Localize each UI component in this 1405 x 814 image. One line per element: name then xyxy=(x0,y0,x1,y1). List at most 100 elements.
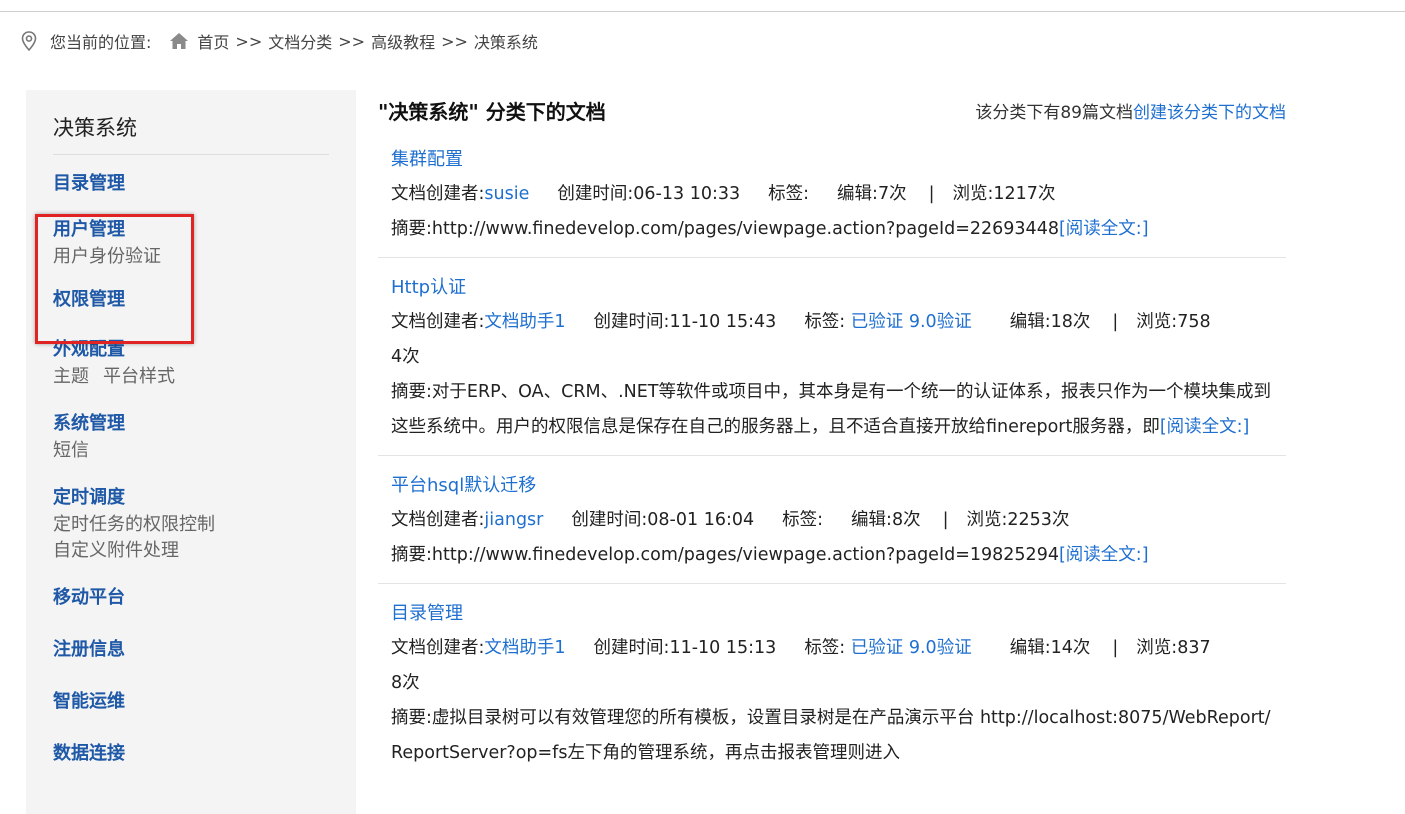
sidebar-group: 外观配置 主题 平台样式 xyxy=(53,337,329,391)
created-time: 11-10 15:13 xyxy=(669,638,777,658)
breadcrumb-item-current[interactable]: 决策系统 xyxy=(474,29,538,53)
breadcrumb: 您当前的位置: 首页 >> 文档分类 >> 高级教程 >> 决策系统 xyxy=(18,29,538,53)
document-summary: 摘要:对于ERP、OA、CRM、.NET等软件或项目中，其本身是有一个统一的认证… xyxy=(391,375,1271,445)
sidebar-subitem-platform-style[interactable]: 平台样式 xyxy=(103,366,175,387)
sidebar-group: 注册信息 xyxy=(53,637,329,663)
sidebar-subitem-sms[interactable]: 短信 xyxy=(53,437,329,465)
list-header: "决策系统" 分类下的文档 该分类下有89篇文档创建该分类下的文档 xyxy=(378,90,1286,130)
document-meta: 文档创建者:susie 创建时间:06-13 10:33 标签: 编辑:7次 | 浏览:1… xyxy=(391,177,1273,212)
sidebar-group: 目录管理 xyxy=(53,171,329,197)
view-label: 浏览: xyxy=(966,510,1008,530)
read-more-link[interactable]: [阅读全文:] xyxy=(1160,417,1250,437)
breadcrumb-item[interactable]: 文档分类 xyxy=(268,29,332,53)
sidebar-group: 定时调度 定时任务的权限控制 自定义附件处理 xyxy=(53,485,329,565)
breadcrumb-item[interactable]: 高级教程 xyxy=(371,29,435,53)
created-label: 创建时间: xyxy=(571,510,648,530)
tags-label: 标签: xyxy=(804,312,846,332)
view-label: 浏览: xyxy=(952,184,994,204)
sidebar-subitem-user-authentication[interactable]: 用户身份验证 xyxy=(53,243,329,271)
sidebar-group: 移动平台 xyxy=(53,585,329,611)
create-document-link[interactable]: 创建该分类下的文档 xyxy=(1133,103,1286,123)
creator-label: 文档创建者: xyxy=(391,312,485,332)
creator-link[interactable]: susie xyxy=(484,184,529,204)
sidebar-subitem-task-permission[interactable]: 定时任务的权限控制 xyxy=(53,511,329,539)
view-label: 浏览: xyxy=(1136,638,1178,658)
sidebar-item-system-management[interactable]: 系统管理 xyxy=(53,411,329,437)
meta-divider: | xyxy=(1112,312,1119,332)
sidebar-item-appearance[interactable]: 外观配置 xyxy=(53,337,329,363)
created-label: 创建时间: xyxy=(593,638,670,658)
document-title-link[interactable]: 平台hsql默认迁移 xyxy=(391,468,1273,503)
read-more-link[interactable]: [阅读全文:] xyxy=(1059,219,1149,239)
document-meta: 文档创建者:jiangsr 创建时间:08-01 16:04 标签: 编辑:8次 | 浏览… xyxy=(391,503,1273,538)
creator-link[interactable]: 文档助手1 xyxy=(484,638,565,658)
edit-label: 编辑: xyxy=(837,184,878,204)
sidebar-group: 智能运维 xyxy=(53,689,329,715)
created-label: 创建时间: xyxy=(557,184,634,204)
sidebar-item-registration[interactable]: 注册信息 xyxy=(53,637,329,663)
location-pin-icon xyxy=(18,30,40,52)
meta-divider: | xyxy=(1112,638,1119,658)
document-count: 该分类下有89篇文档创建该分类下的文档 xyxy=(975,98,1286,123)
sidebar-group: 用户管理 用户身份验证 xyxy=(53,217,329,271)
summary-text: 虚拟目录树可以有效管理您的所有模板，设置目录树是在产品演示平台 http://l… xyxy=(391,708,1271,763)
category-sidebar: 决策系统 目录管理 用户管理 用户身份验证 权限管理 外观配置 主题 平台样式 系… xyxy=(26,90,356,814)
document-item: Http认证 文档创建者:文档助手1 创建时间:11-10 15:43 标签: 已验… xyxy=(378,258,1286,456)
sidebar-subitem-custom-attachment[interactable]: 自定义附件处理 xyxy=(53,537,329,565)
document-count-text: 该分类下有89篇文档 xyxy=(975,102,1133,123)
summary-text: http://www.finedevelop.com/pages/viewpag… xyxy=(431,545,1059,565)
edit-count: 7次 xyxy=(877,184,907,204)
document-item: 平台hsql默认迁移 文档创建者:jiangsr 创建时间:08-01 16:04… xyxy=(378,456,1286,584)
creator-label: 文档创建者: xyxy=(391,638,485,658)
summary-text: 对于ERP、OA、CRM、.NET等软件或项目中，其本身是有一个统一的认证体系，… xyxy=(391,382,1271,437)
tag-link[interactable]: 已验证 9.0验证 xyxy=(851,312,972,332)
document-title-link[interactable]: 集群配置 xyxy=(391,142,1273,177)
meta-divider: | xyxy=(942,510,949,530)
read-more-link[interactable]: [阅读全文:] xyxy=(1059,545,1149,565)
sidebar-item-user-management[interactable]: 用户管理 xyxy=(53,217,329,243)
sidebar-item-data-connection[interactable]: 数据连接 xyxy=(53,741,329,767)
summary-text: http://www.finedevelop.com/pages/viewpag… xyxy=(431,219,1059,239)
created-time: 08-01 16:04 xyxy=(647,510,755,530)
home-icon[interactable] xyxy=(169,31,189,51)
sidebar-group: 数据连接 xyxy=(53,741,329,767)
breadcrumb-separator: >> xyxy=(441,31,468,51)
view-label: 浏览: xyxy=(1136,312,1178,332)
edit-count: 18次 xyxy=(1050,312,1091,332)
breadcrumb-prefix: 您当前的位置: xyxy=(50,33,152,52)
summary-label: 摘要: xyxy=(391,219,432,239)
browser-toolbar-edge xyxy=(0,0,1405,12)
creator-link[interactable]: jiangsr xyxy=(484,510,543,530)
sidebar-subitem-theme[interactable]: 主题 xyxy=(53,366,89,387)
sidebar-item-smart-ops[interactable]: 智能运维 xyxy=(53,689,329,715)
sidebar-subitems: 主题 平台样式 xyxy=(53,363,329,391)
document-meta: 文档创建者:文档助手1 创建时间:11-10 15:13 标签: 已验证 9.0验证… xyxy=(391,631,1221,701)
sidebar-title: 决策系统 xyxy=(53,112,329,155)
sidebar-item-permission-management[interactable]: 权限管理 xyxy=(53,287,329,313)
sidebar-item-scheduling[interactable]: 定时调度 xyxy=(53,485,329,511)
creator-link[interactable]: 文档助手1 xyxy=(484,312,565,332)
document-title-link[interactable]: Http认证 xyxy=(391,270,1273,305)
document-summary: 摘要:http://www.finedevelop.com/pages/view… xyxy=(391,212,1273,247)
document-item: 集群配置 文档创建者:susie 创建时间:06-13 10:33 标签: 编辑:7次… xyxy=(378,130,1286,258)
creator-label: 文档创建者: xyxy=(391,184,485,204)
sidebar-item-mobile-platform[interactable]: 移动平台 xyxy=(53,585,329,611)
tag-link[interactable]: 已验证 9.0验证 xyxy=(851,638,972,658)
breadcrumb-separator: >> xyxy=(235,31,263,51)
summary-label: 摘要: xyxy=(391,382,432,402)
created-time: 06-13 10:33 xyxy=(633,184,741,204)
creator-label: 文档创建者: xyxy=(391,510,485,530)
tags-label: 标签: xyxy=(782,510,824,530)
document-summary: 摘要:虚拟目录树可以有效管理您的所有模板，设置目录树是在产品演示平台 http:… xyxy=(391,701,1271,771)
sidebar-item-catalog-management[interactable]: 目录管理 xyxy=(53,171,329,197)
edit-count: 14次 xyxy=(1050,638,1091,658)
tags-label: 标签: xyxy=(804,638,846,658)
edit-label: 编辑: xyxy=(851,510,892,530)
breadcrumb-separator: >> xyxy=(338,31,366,51)
created-time: 11-10 15:43 xyxy=(669,312,777,332)
document-title-link[interactable]: 目录管理 xyxy=(391,596,1273,631)
document-item: 目录管理 文档创建者:文档助手1 创建时间:11-10 15:13 标签: 已验证 … xyxy=(378,584,1286,781)
tags-label: 标签: xyxy=(768,184,810,204)
view-count: 1217次 xyxy=(993,184,1056,204)
breadcrumb-home[interactable]: 首页 xyxy=(197,29,229,53)
